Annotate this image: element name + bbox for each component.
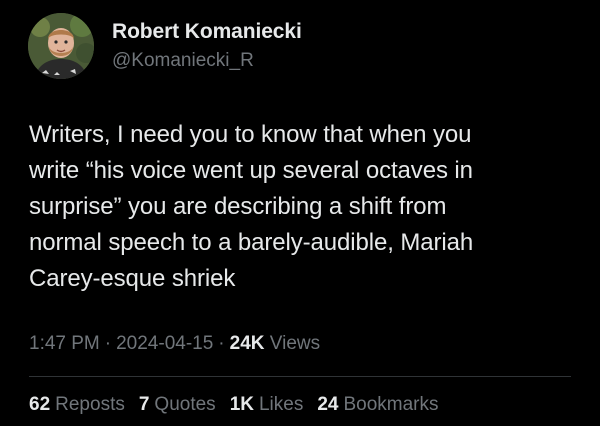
bookmarks-label: Bookmarks bbox=[343, 394, 439, 415]
meta-separator: · bbox=[104, 333, 112, 354]
meta-separator: · bbox=[218, 333, 225, 354]
author-handle[interactable]: @Komaniecki_R bbox=[112, 50, 302, 72]
bookmarks-count: 24 bbox=[317, 394, 339, 415]
likes-count: 1K bbox=[229, 394, 254, 415]
bookmarks-stat[interactable]: 24 Bookmarks bbox=[317, 393, 438, 417]
quotes-label: Quotes bbox=[154, 394, 216, 415]
avatar[interactable] bbox=[28, 13, 94, 79]
tweet-time[interactable]: 1:47 PM bbox=[29, 333, 100, 354]
reposts-label: Reposts bbox=[55, 394, 125, 415]
views-count: 24K bbox=[229, 333, 265, 354]
likes-stat[interactable]: 1K Likes bbox=[230, 393, 304, 417]
divider bbox=[29, 376, 571, 377]
author-block: Robert Komaniecki @Komaniecki_R bbox=[112, 20, 302, 72]
quotes-count: 7 bbox=[138, 394, 150, 415]
likes-label: Likes bbox=[258, 394, 304, 415]
engagement-stats: 62 Reposts 7 Quotes 1K Likes 24 Bookmark… bbox=[29, 393, 439, 417]
tweet-meta: 1:47 PM · 2024-04-15 · 24K Views bbox=[29, 332, 320, 356]
reposts-count: 62 bbox=[29, 394, 51, 415]
tweet-date[interactable]: 2024-04-15 bbox=[116, 333, 213, 354]
author-display-name[interactable]: Robert Komaniecki bbox=[112, 20, 302, 44]
reposts-stat[interactable]: 62 Reposts bbox=[29, 393, 125, 417]
views-label: Views bbox=[269, 333, 321, 354]
tweet-text: Writers, I need you to know that when yo… bbox=[29, 121, 474, 292]
quotes-stat[interactable]: 7 Quotes bbox=[139, 393, 216, 417]
profile-photo-icon bbox=[28, 13, 94, 79]
tweet-card: Robert Komaniecki @Komaniecki_R Writers,… bbox=[0, 0, 600, 426]
tweet-header: Robert Komaniecki @Komaniecki_R bbox=[28, 12, 302, 80]
